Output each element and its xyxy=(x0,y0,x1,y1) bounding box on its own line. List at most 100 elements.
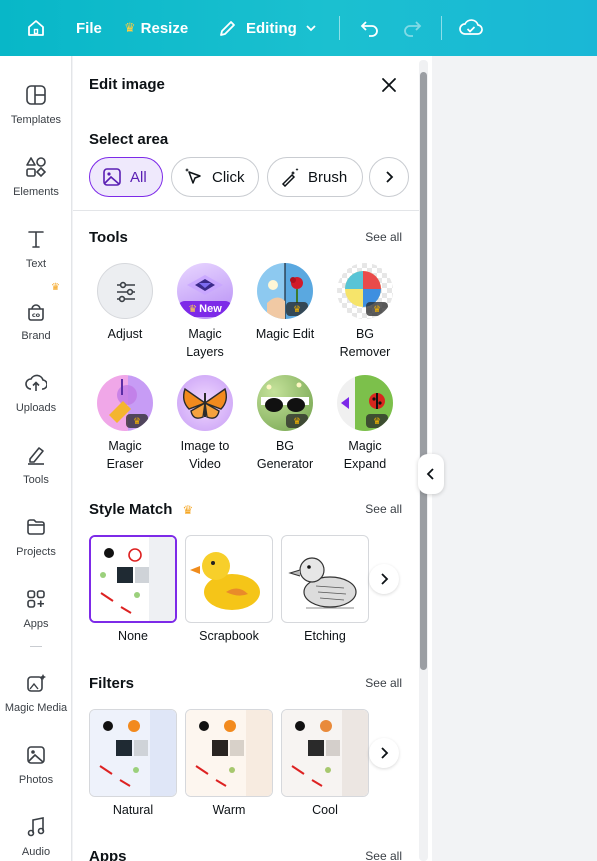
apps-see-all-link[interactable]: See all xyxy=(365,849,402,861)
tool-magic-expand[interactable]: ♛ Magic Expand xyxy=(325,375,405,473)
tool-bg-remover[interactable]: ♛ BG Remover xyxy=(325,263,405,361)
filters-scroll-right[interactable] xyxy=(369,738,399,768)
pencil-icon xyxy=(218,18,238,38)
crown-icon: ♛ xyxy=(51,282,60,293)
resize-label: Resize xyxy=(140,19,189,37)
adjust-icon xyxy=(97,263,153,319)
new-badge-label: New xyxy=(199,303,222,315)
crown-icon: ♛ xyxy=(366,302,388,316)
card-label: Etching xyxy=(304,629,346,643)
folder-icon xyxy=(23,514,49,540)
crown-icon: ♛ xyxy=(124,20,136,35)
sidebar-item-text[interactable]: Text xyxy=(0,216,72,286)
sidebar-item-photos[interactable]: Photos xyxy=(0,732,72,802)
new-badge: ♛ New xyxy=(177,301,233,317)
filters-title: Filters xyxy=(89,675,135,692)
magic-eraser-icon: ♛ xyxy=(97,375,153,431)
file-menu-button[interactable]: File xyxy=(76,0,102,56)
tool-label: Magic Expand xyxy=(343,439,387,471)
tools-icon xyxy=(23,442,49,468)
sidebar-item-label: Magic Media xyxy=(4,702,68,714)
chevron-left-icon xyxy=(426,467,436,481)
redo-button[interactable] xyxy=(400,0,424,56)
sidebar-item-label: Projects xyxy=(16,546,56,558)
tools-title: Tools xyxy=(89,229,128,246)
save-status-button[interactable] xyxy=(458,0,484,56)
image-icon xyxy=(102,167,122,187)
style-etching-thumbnail xyxy=(281,535,369,623)
close-icon xyxy=(381,77,397,93)
tool-magic-layers[interactable]: ♛ New Magic Layers xyxy=(165,263,245,361)
filter-cool-card[interactable]: Cool xyxy=(281,709,369,817)
apps-title: Apps xyxy=(89,848,127,861)
style-match-label: Style Match xyxy=(89,501,173,518)
undo-icon xyxy=(359,19,381,37)
templates-icon xyxy=(23,82,49,108)
style-scrapbook-card[interactable]: Scrapbook xyxy=(185,535,273,643)
filter-natural-card[interactable]: Natural xyxy=(89,709,177,817)
home-icon xyxy=(26,18,46,38)
select-click-button[interactable]: Click xyxy=(171,157,259,197)
style-match-scroll-right[interactable] xyxy=(369,564,399,594)
magic-layers-icon: ♛ New xyxy=(177,263,233,319)
style-match-title: Style Match ♛ xyxy=(89,501,193,518)
sidebar-item-templates[interactable]: Templates xyxy=(0,72,72,142)
elements-icon xyxy=(23,154,49,180)
card-label: Cool xyxy=(312,803,338,817)
svg-text:co: co xyxy=(32,311,41,319)
sidebar-divider xyxy=(30,646,42,647)
select-all-button[interactable]: All xyxy=(89,157,163,197)
tool-bg-generator[interactable]: ♛ BG Generator xyxy=(245,375,325,473)
brand-icon: co xyxy=(23,298,49,324)
card-label: Warm xyxy=(212,803,246,817)
magic-expand-icon: ♛ xyxy=(337,375,393,431)
sidebar-item-uploads[interactable]: Uploads xyxy=(0,360,72,430)
filters-see-all-link[interactable]: See all xyxy=(365,676,402,690)
collapse-panel-button[interactable] xyxy=(418,454,444,494)
style-match-see-all-link[interactable]: See all xyxy=(365,502,402,516)
tool-adjust[interactable]: Adjust xyxy=(85,263,165,343)
select-all-label: All xyxy=(130,168,147,186)
chevron-down-icon xyxy=(305,22,317,34)
crown-icon: ♛ xyxy=(366,414,388,428)
sidebar-item-elements[interactable]: Elements xyxy=(0,144,72,214)
close-panel-button[interactable] xyxy=(376,72,402,98)
sidebar-item-tools[interactable]: Tools xyxy=(0,432,72,502)
sidebar-item-brand[interactable]: co Brand xyxy=(0,288,72,358)
select-brush-label: Brush xyxy=(308,168,348,186)
crown-icon: ♛ xyxy=(182,503,194,517)
chevron-right-icon xyxy=(379,572,389,586)
editing-label: Editing xyxy=(246,19,297,37)
scrollbar-thumb[interactable] xyxy=(420,72,427,670)
tool-magic-eraser[interactable]: ♛ Magic Eraser xyxy=(85,375,165,473)
file-label: File xyxy=(76,19,102,37)
top-bar: File ♛ Resize Editing xyxy=(0,0,597,56)
tool-label: BG Generator xyxy=(256,439,314,471)
design-canvas-area[interactable] xyxy=(432,56,597,861)
crown-icon: ♛ xyxy=(188,303,198,315)
sidebar-item-magic-media[interactable]: Magic Media xyxy=(0,660,72,730)
tool-magic-edit[interactable]: ♛ Magic Edit xyxy=(245,263,325,343)
filter-warm-thumbnail xyxy=(185,709,273,797)
bg-generator-icon: ♛ xyxy=(257,375,313,431)
select-area-scroll-right[interactable] xyxy=(369,157,409,197)
resize-button[interactable]: ♛ Resize xyxy=(124,0,188,56)
style-none-card[interactable]: None xyxy=(89,535,177,643)
editing-mode-dropdown[interactable]: Editing xyxy=(218,0,317,56)
select-area-title: Select area xyxy=(89,131,169,148)
uploads-icon xyxy=(23,370,49,396)
tools-see-all-link[interactable]: See all xyxy=(365,230,402,244)
card-label: Scrapbook xyxy=(199,629,259,643)
sidebar-item-audio[interactable]: Audio xyxy=(0,804,72,861)
select-brush-button[interactable]: Brush xyxy=(267,157,363,197)
style-etching-card[interactable]: Etching xyxy=(281,535,369,643)
apps-icon xyxy=(23,586,49,612)
home-button[interactable] xyxy=(22,0,50,56)
brush-icon xyxy=(280,167,300,187)
sidebar-item-apps[interactable]: Apps xyxy=(0,576,72,646)
sidebar-item-projects[interactable]: Projects xyxy=(0,504,72,574)
undo-button[interactable] xyxy=(358,0,382,56)
image-to-video-icon xyxy=(177,375,233,431)
tool-image-to-video[interactable]: Image to Video xyxy=(165,375,245,473)
filter-warm-card[interactable]: Warm xyxy=(185,709,273,817)
